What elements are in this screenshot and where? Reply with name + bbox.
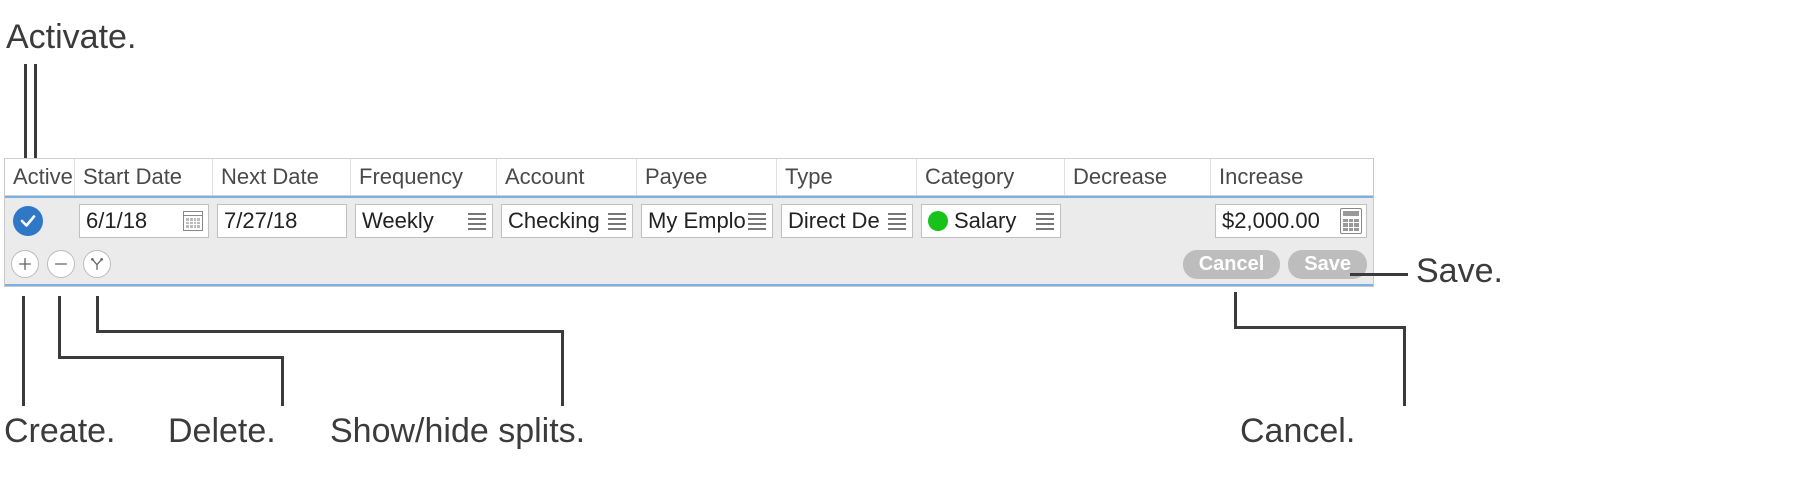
decrease-cell xyxy=(1065,202,1211,240)
cancel-button[interactable]: Cancel xyxy=(1183,250,1281,279)
calendar-icon xyxy=(182,210,204,232)
header-account: Account xyxy=(497,159,637,195)
check-icon xyxy=(19,212,37,230)
header-increase: Increase xyxy=(1211,159,1371,195)
callout-line xyxy=(22,296,25,406)
list-icon xyxy=(1034,210,1056,232)
column-header-row: Active Start Date Next Date Frequency Ac… xyxy=(5,158,1373,196)
callout-line xyxy=(1403,326,1406,406)
toolbar-row: Cancel Save xyxy=(5,244,1373,286)
type-value: Direct De xyxy=(788,208,886,234)
account-value: Checking xyxy=(508,208,606,234)
header-frequency: Frequency xyxy=(351,159,497,195)
callout-line xyxy=(1234,326,1406,329)
list-icon xyxy=(886,210,908,232)
splits-button[interactable] xyxy=(83,250,111,278)
next-date-field[interactable]: 7/27/18 xyxy=(217,204,347,238)
header-payee: Payee xyxy=(637,159,777,195)
transaction-row: 6/1/18 7/27/18 Weekly Checking xyxy=(5,196,1373,244)
category-field[interactable]: Salary xyxy=(921,204,1061,238)
remove-button[interactable] xyxy=(47,250,75,278)
frequency-field[interactable]: Weekly xyxy=(355,204,493,238)
callout-line xyxy=(281,356,284,406)
category-color-dot xyxy=(928,211,948,231)
increase-value: $2,000.00 xyxy=(1222,208,1340,234)
type-field[interactable]: Direct De xyxy=(781,204,913,238)
header-next-date: Next Date xyxy=(213,159,351,195)
header-active: Active xyxy=(5,159,75,195)
increase-field[interactable]: $2,000.00 xyxy=(1215,204,1367,238)
payee-field[interactable]: My Emplo xyxy=(641,204,773,238)
start-date-value: 6/1/18 xyxy=(86,208,182,234)
callout-cancel: Cancel. xyxy=(1240,412,1355,451)
minus-icon xyxy=(53,256,69,272)
category-value: Salary xyxy=(954,208,1034,234)
header-category: Category xyxy=(917,159,1065,195)
list-icon xyxy=(746,210,768,232)
callout-line xyxy=(1350,273,1408,276)
header-start-date: Start Date xyxy=(75,159,213,195)
callout-line xyxy=(1234,292,1237,326)
plus-icon xyxy=(17,256,33,272)
account-field[interactable]: Checking xyxy=(501,204,633,238)
add-button[interactable] xyxy=(11,250,39,278)
callout-activate: Activate. xyxy=(6,18,136,57)
callout-line xyxy=(58,296,61,356)
active-toggle[interactable] xyxy=(13,206,43,236)
header-decrease: Decrease xyxy=(1065,159,1211,195)
header-type: Type xyxy=(777,159,917,195)
callout-line xyxy=(96,330,564,333)
payee-value: My Emplo xyxy=(648,208,746,234)
list-icon xyxy=(606,210,628,232)
calculator-icon xyxy=(1340,208,1362,234)
list-icon xyxy=(466,210,488,232)
callout-line xyxy=(96,296,99,330)
callout-save: Save. xyxy=(1416,252,1503,291)
start-date-field[interactable]: 6/1/18 xyxy=(79,204,209,238)
callout-line xyxy=(58,356,284,359)
split-icon xyxy=(89,256,105,272)
next-date-value: 7/27/18 xyxy=(224,208,342,234)
frequency-value: Weekly xyxy=(362,208,466,234)
callout-create: Create. xyxy=(4,412,116,451)
callout-delete: Delete. xyxy=(168,412,276,451)
callout-line xyxy=(561,330,564,406)
callout-splits: Show/hide splits. xyxy=(330,412,585,451)
scheduled-transaction-panel: Active Start Date Next Date Frequency Ac… xyxy=(4,158,1374,287)
